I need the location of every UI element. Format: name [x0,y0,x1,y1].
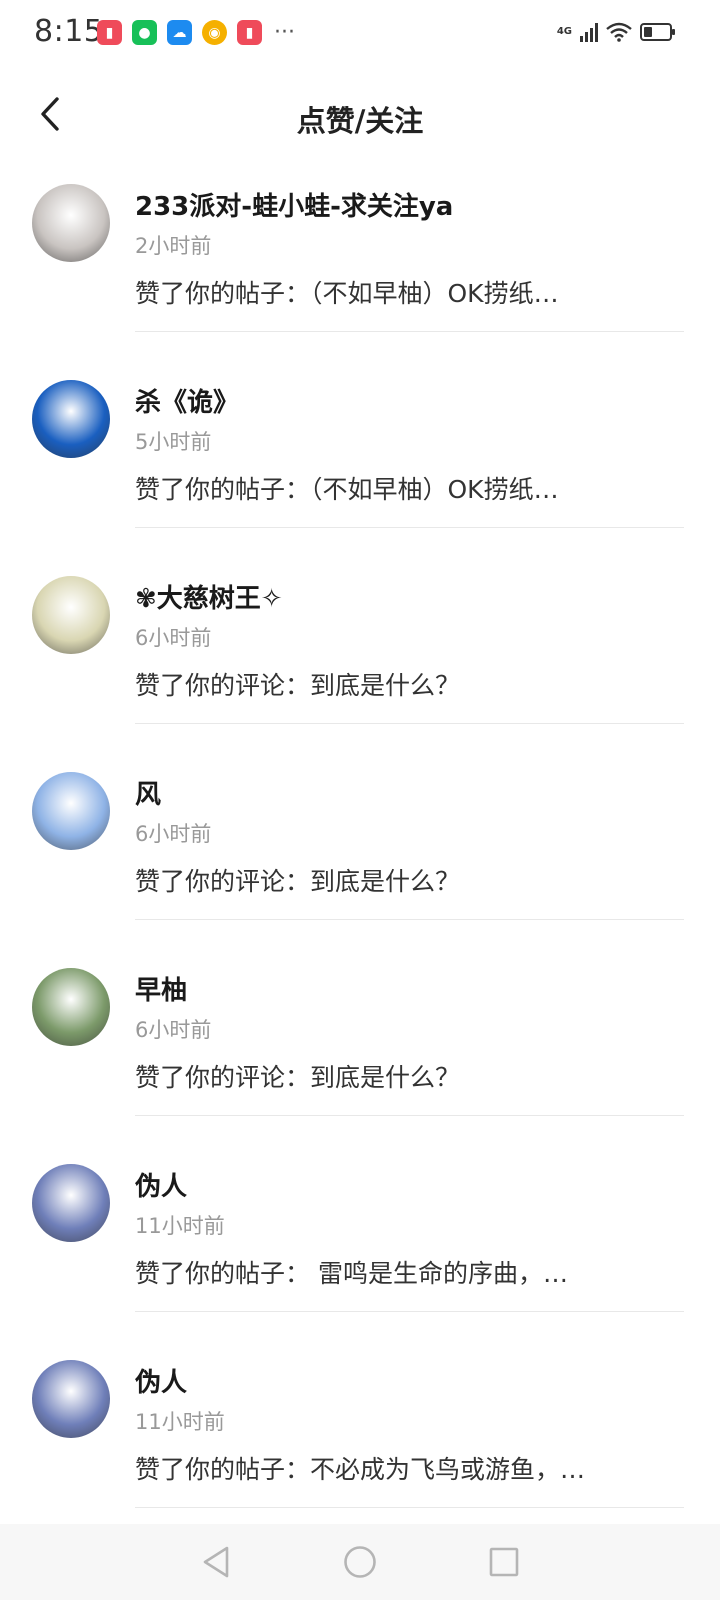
status-bar: 8:15 ▮ ● ☁ ◉ ▮ ··· 4G [0,0,720,68]
list-item[interactable]: 杀《诡》 5小时前赞了你的帖子：（不如早柚）OK捞纸… [0,362,720,558]
activity-message[interactable]: 赞了你的帖子：（不如早柚）OK捞纸… [135,470,559,506]
battery-level [644,27,653,37]
list-item[interactable]: 早柚 6小时前赞了你的评论：到底是什么？ [0,950,720,1146]
system-icons: 4G [556,22,675,42]
user-name[interactable]: 杀《诡》 [135,382,239,419]
list-item[interactable]: 233派对-蛙小蛙-求关注ya 2小时前赞了你的帖子：（不如早柚）OK捞纸… [0,166,720,362]
avatar[interactable] [32,184,110,262]
avatar[interactable] [32,380,110,458]
activity-message[interactable]: 赞了你的帖子： 雷鸣是生命的序曲，… [135,1254,568,1290]
divider [135,527,684,528]
nav-back-button[interactable] [196,1542,236,1582]
list-item[interactable]: 风 6小时前赞了你的评论：到底是什么？ [0,754,720,950]
more-notifications-icon: ··· [274,20,295,45]
user-name[interactable]: 233派对-蛙小蛙-求关注ya [135,186,453,223]
header: 点赞/关注 [0,80,720,152]
user-name[interactable]: 伪人 [135,1166,187,1203]
avatar[interactable] [32,1360,110,1438]
avatar[interactable] [32,968,110,1046]
divider [135,1311,684,1312]
user-name[interactable]: 早柚 [135,970,187,1007]
timestamp: 6小时前 [135,822,212,846]
activity-message[interactable]: 赞了你的评论：到底是什么？ [135,1058,460,1094]
nav-home-button[interactable] [340,1542,380,1582]
network-type: 4G [556,26,572,37]
divider [135,331,684,332]
divider [135,1507,684,1508]
activity-message[interactable]: 赞了你的帖子：（不如早柚）OK捞纸… [135,274,559,310]
timestamp: 11小时前 [135,1214,225,1238]
red-app-icon: ▮ [237,20,262,45]
wifi-icon [606,22,632,42]
status-time: 8:15 [34,14,104,49]
user-name[interactable]: 伪人 [135,1362,187,1399]
weather-icon: ☁ [167,20,192,45]
timestamp: 6小时前 [135,1018,212,1042]
battery-icon [640,23,675,41]
notification-list: 233派对-蛙小蛙-求关注ya 2小时前 赞了你的帖子：（不如早柚）OK捞纸… 杀《诡… [0,166,720,1538]
notification-icons: ▮ ● ☁ ◉ ▮ ··· [97,20,295,45]
avatar[interactable] [32,772,110,850]
timestamp: 11小时前 [135,1410,225,1434]
red-app-icon: ▮ [97,20,122,45]
activity-message[interactable]: 赞了你的帖子：不必成为飞鸟或游鱼，… [135,1450,585,1486]
avatar[interactable] [32,1164,110,1242]
nav-recents-button[interactable] [484,1542,524,1582]
user-name[interactable]: 风 [135,774,161,811]
page-title: 点赞/关注 [296,104,424,138]
divider [135,919,684,920]
circle-home-icon [344,1546,376,1578]
avatar[interactable] [32,576,110,654]
list-item[interactable]: ✾大慈树王✧ 6小时前赞了你的评论：到底是什么？ [0,558,720,754]
weibo-icon: ◉ [202,20,227,45]
list-item[interactable]: 伪人 11小时前赞了你的帖子： 雷鸣是生命的序曲，… [0,1146,720,1342]
navigation-bar [0,1524,720,1600]
timestamp: 6小时前 [135,626,212,650]
list-item[interactable]: 伪人 11小时前赞了你的帖子：不必成为飞鸟或游鱼，… [0,1342,720,1538]
activity-message[interactable]: 赞了你的评论：到底是什么？ [135,862,460,898]
timestamp: 2小时前 [135,234,212,258]
square-recents-icon [489,1547,519,1577]
divider [135,723,684,724]
triangle-back-icon [203,1546,229,1578]
user-name[interactable]: ✾大慈树王✧ [135,578,283,615]
activity-message[interactable]: 赞了你的评论：到底是什么？ [135,666,460,702]
divider [135,1115,684,1116]
signal-icon [580,22,598,42]
timestamp: 5小时前 [135,430,212,454]
wechat-icon: ● [132,20,157,45]
